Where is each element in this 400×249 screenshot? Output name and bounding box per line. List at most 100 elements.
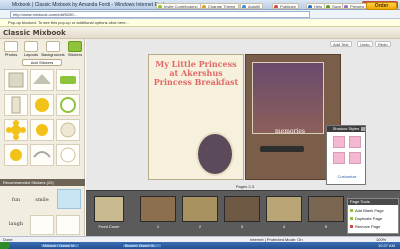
- change-theme-button[interactable]: Change Theme: [200, 3, 239, 9]
- sticker-thumbnail[interactable]: [30, 144, 54, 166]
- shadow-option[interactable]: [349, 136, 361, 148]
- sticker-thumbnail[interactable]: [56, 144, 80, 166]
- button-label: Change Theme: [208, 4, 236, 9]
- people-icon: [158, 5, 162, 8]
- help-icon: [308, 5, 312, 8]
- filmstrip-thumbnail[interactable]: [140, 196, 176, 222]
- taskbar-item-blogger[interactable]: Blogger: Disney Gi...: [122, 243, 162, 248]
- preview-button[interactable]: Preview: [342, 3, 368, 9]
- undo-button[interactable]: Undo: [357, 41, 373, 47]
- tab-label: Backgrounds: [41, 52, 65, 57]
- tab-label: Photos: [4, 52, 18, 57]
- word-sticker-laugh[interactable]: laugh: [6, 221, 26, 227]
- button-label: Autofill: [248, 4, 261, 9]
- sticker-thumbnail[interactable]: [57, 189, 81, 209]
- recommended-stickers-header[interactable]: Recommended Stickers (20): [0, 179, 85, 186]
- help-button[interactable]: Help: [306, 3, 326, 9]
- popup-title: Shadow Styles: [327, 126, 365, 132]
- shadow-option[interactable]: [349, 152, 361, 164]
- filmstrip-label: 5: [324, 224, 328, 229]
- page-title-text[interactable]: My Little Princess at Akershus Princess …: [153, 60, 239, 87]
- app-logo: Classic Mixbook: [3, 29, 66, 37]
- tab-label: Layouts: [23, 52, 38, 57]
- publicize-button[interactable]: Publicize: [272, 3, 300, 9]
- url-field[interactable]: http://www.mixbook.com/edit/5280...: [10, 11, 310, 18]
- remove-icon: [350, 225, 353, 228]
- sticker-thumbnail[interactable]: [30, 94, 54, 116]
- filmstrip-thumbnail-front-cover[interactable]: [94, 196, 124, 222]
- autofill-button[interactable]: Autofill: [240, 3, 264, 9]
- shadow-option[interactable]: [333, 136, 345, 148]
- tab-layouts[interactable]: Layouts: [21, 41, 41, 57]
- page-navigation[interactable]: Pages 2-3: [225, 184, 265, 190]
- sticker-thumbnail[interactable]: [30, 69, 54, 91]
- button-label: Publicize: [280, 4, 297, 9]
- filmstrip-thumbnail[interactable]: [224, 196, 260, 222]
- sticker-thumbnail[interactable]: [4, 144, 28, 166]
- main-photo[interactable]: [252, 62, 324, 134]
- menu-label: Remove Page: [355, 224, 381, 229]
- filmstrip-thumbnail[interactable]: [182, 196, 218, 222]
- shadow-styles-popup: Shadow Styles Customize: [326, 125, 366, 185]
- sticker-thumbnail[interactable]: [30, 119, 54, 141]
- word-sticker-fun[interactable]: fun: [6, 197, 26, 203]
- filmstrip-thumbnail[interactable]: [308, 196, 344, 222]
- memories-caption[interactable]: memories: [275, 128, 305, 135]
- layouts-icon: [24, 41, 38, 52]
- sticker-thumbnail[interactable]: [56, 215, 80, 235]
- autofill-icon: [242, 5, 246, 8]
- add-stickers-button[interactable]: Add Stickers: [22, 59, 62, 66]
- photo-small-circle[interactable]: [196, 132, 234, 176]
- filmstrip-label: 3: [240, 224, 244, 229]
- stickers-icon: [68, 41, 82, 52]
- publicize-icon: [274, 5, 278, 8]
- word-sticker-smile[interactable]: smile: [32, 197, 52, 203]
- button-label: Preview: [350, 4, 365, 9]
- sticker-thumbnail[interactable]: [4, 94, 28, 116]
- order-button[interactable]: Order: [366, 2, 397, 10]
- redo-button[interactable]: Redo: [375, 41, 391, 47]
- preview-icon: [344, 5, 348, 8]
- taskbar-clock: 10:37 AM: [378, 243, 395, 248]
- customize-link[interactable]: Customize: [331, 174, 363, 181]
- add-text-button[interactable]: Add Text: [330, 41, 352, 47]
- photos-icon: [4, 41, 18, 52]
- save-icon: [326, 5, 330, 8]
- menu-label: Add Blank Page: [355, 208, 384, 213]
- filmstrip-label: 4: [282, 224, 286, 229]
- filmstrip-label: 2: [198, 224, 202, 229]
- add-blank-page-item[interactable]: Add Blank Page: [350, 207, 398, 214]
- sticker-thumbnail[interactable]: [56, 94, 80, 116]
- close-icon[interactable]: [361, 127, 365, 131]
- taskbar-item-mixbook[interactable]: Mixbook | Classic M...: [40, 243, 80, 248]
- tab-backgrounds[interactable]: Backgrounds: [41, 41, 65, 57]
- button-label: Invite Contributors!: [164, 4, 198, 9]
- duplicate-page-item[interactable]: Duplicate Page: [350, 215, 398, 222]
- sticker-thumbnail[interactable]: [56, 69, 80, 91]
- tab-photos[interactable]: Photos: [1, 41, 21, 57]
- filmstrip-label: 1: [156, 224, 160, 229]
- tab-stickers[interactable]: Stickers: [65, 41, 85, 57]
- photo-toolbar[interactable]: [260, 146, 304, 152]
- page-tools-menu: Page Tools Add Blank Page Duplicate Page…: [347, 198, 399, 234]
- sticker-thumbnail[interactable]: [30, 215, 54, 235]
- theme-icon: [202, 5, 206, 8]
- invite-contributors-button[interactable]: Invite Contributors!: [156, 3, 201, 9]
- page-tools-title: Page Tools: [348, 199, 398, 205]
- sticker-thumbnail[interactable]: [56, 119, 80, 141]
- button-label: Save: [332, 4, 342, 9]
- tab-label: Stickers: [67, 52, 83, 57]
- plus-icon: [350, 209, 353, 212]
- menu-label: Duplicate Page: [355, 216, 383, 221]
- address-bar: http://www.mixbook.com/edit/5280...: [0, 10, 400, 19]
- popup-blocked-bar[interactable]: Pop-up blocked. To see this pop-up or ad…: [0, 19, 400, 27]
- shadow-option[interactable]: [333, 152, 345, 164]
- sticker-thumbnail[interactable]: [4, 69, 28, 91]
- app-header: Classic Mixbook: [0, 27, 400, 39]
- sticker-thumbnail[interactable]: [4, 119, 28, 141]
- left-panel: Photos Layouts Backgrounds Stickers Add …: [0, 39, 85, 236]
- remove-page-item[interactable]: Remove Page: [350, 223, 398, 230]
- filmstrip-thumbnail[interactable]: [266, 196, 302, 222]
- start-button[interactable]: [0, 242, 10, 249]
- backgrounds-icon: [46, 41, 60, 52]
